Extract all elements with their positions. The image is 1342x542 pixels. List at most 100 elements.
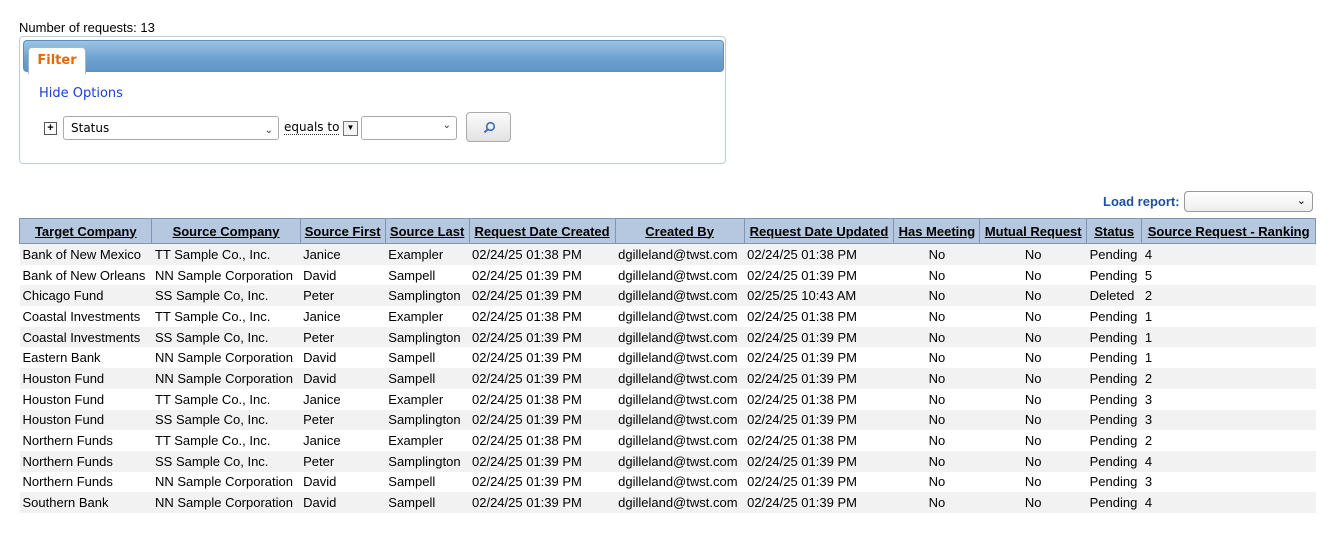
table-row[interactable]: Southern Bank NN Sample Corporation David S… bbox=[19, 492, 1316, 513]
column-header[interactable]: Source Last bbox=[384, 218, 470, 244]
filter-field-select[interactable]: Status ⌄ bbox=[63, 116, 279, 140]
table-cell: David bbox=[300, 492, 386, 513]
table-cell: Eastern Bank bbox=[19, 347, 152, 369]
table-cell: 02/24/25 01:39 PM bbox=[469, 347, 616, 369]
table-row[interactable]: Bank of New Orleans NN Sample Corporation… bbox=[19, 264, 1316, 286]
column-header[interactable]: Status bbox=[1086, 218, 1143, 244]
table-cell: 2 bbox=[1141, 430, 1316, 451]
column-header[interactable]: Request Date Created bbox=[468, 218, 616, 244]
table-cell: No bbox=[893, 368, 980, 389]
table-cell: No bbox=[979, 388, 1087, 410]
table-cell: No bbox=[979, 306, 1087, 327]
table-cell: 02/24/25 01:39 PM bbox=[744, 450, 894, 472]
table-cell: Sampell bbox=[385, 368, 469, 389]
table-cell: 02/24/25 01:39 PM bbox=[744, 368, 894, 389]
table-cell: 02/24/25 01:39 PM bbox=[744, 409, 894, 431]
column-header[interactable]: Request Date Updated bbox=[743, 218, 895, 244]
column-header[interactable]: Source Company bbox=[151, 218, 301, 244]
table-cell: Pending bbox=[1086, 347, 1142, 369]
table-cell: Northern Funds bbox=[19, 450, 152, 472]
table-cell: 1 bbox=[1141, 347, 1316, 369]
operator-dropdown-button[interactable]: ▼ bbox=[343, 121, 358, 136]
table-cell: 02/24/25 01:39 PM bbox=[744, 347, 894, 369]
table-cell: dgilleland@twst.com bbox=[615, 243, 745, 265]
table-cell: dgilleland@twst.com bbox=[615, 306, 745, 327]
chevron-down-icon: ⌄ bbox=[264, 125, 273, 136]
table-cell: No bbox=[979, 409, 1087, 431]
table-cell: Pending bbox=[1086, 388, 1142, 410]
table-cell: David bbox=[300, 347, 386, 369]
table-row[interactable]: Coastal Investments SS Sample Co, Inc. Pet… bbox=[19, 326, 1316, 348]
table-row[interactable]: Houston Fund SS Sample Co, Inc. Peter Sampl… bbox=[19, 409, 1316, 431]
table-cell: Pending bbox=[1086, 306, 1142, 327]
table-cell: David bbox=[300, 368, 386, 389]
table-cell: Pending bbox=[1086, 471, 1142, 493]
filter-value-select[interactable]: ⌄ bbox=[361, 116, 457, 140]
table-cell: 02/24/25 01:38 PM bbox=[744, 388, 894, 410]
table-cell: David bbox=[300, 471, 386, 493]
table-cell: 02/24/25 01:39 PM bbox=[744, 471, 894, 493]
table-cell: 4 bbox=[1141, 243, 1316, 265]
table-row[interactable]: Northern Funds SS Sample Co, Inc. Peter Sam… bbox=[19, 450, 1316, 472]
table-cell: No bbox=[893, 264, 980, 286]
column-header[interactable]: Source First bbox=[299, 218, 386, 244]
table-cell: Houston Fund bbox=[19, 409, 152, 431]
add-condition-button[interactable]: + bbox=[44, 122, 57, 135]
table-cell: 02/24/25 01:39 PM bbox=[469, 285, 616, 307]
table-cell: Northern Funds bbox=[19, 471, 152, 493]
table-cell: dgilleland@twst.com bbox=[615, 326, 745, 348]
table-cell: Samplington bbox=[385, 285, 469, 307]
table-cell: Sampell bbox=[385, 492, 469, 513]
table-cell: No bbox=[893, 326, 980, 348]
table-row[interactable]: Houston Fund TT Sample Co., Inc. Janice Exa… bbox=[19, 388, 1316, 410]
table-cell: No bbox=[893, 430, 980, 451]
table-cell: Northern Funds bbox=[19, 430, 152, 451]
column-header[interactable]: Mutual Request bbox=[979, 218, 1088, 244]
table-row[interactable]: Northern Funds TT Sample Co., Inc. Janice E… bbox=[19, 430, 1316, 451]
table-row[interactable]: Coastal Investments TT Sample Co., Inc. Ja… bbox=[19, 306, 1316, 327]
table-cell: SS Sample Co, Inc. bbox=[151, 326, 301, 348]
table-cell: 02/24/25 01:39 PM bbox=[469, 450, 616, 472]
column-header[interactable]: Created By bbox=[614, 218, 745, 244]
table-cell: NN Sample Corporation bbox=[151, 471, 301, 493]
table-cell: Exampler bbox=[385, 430, 469, 451]
search-button[interactable] bbox=[466, 112, 511, 142]
table-cell: 1 bbox=[1141, 306, 1316, 327]
table-cell: No bbox=[893, 492, 980, 513]
table-cell: 02/24/25 01:38 PM bbox=[469, 306, 616, 327]
table-cell: 02/24/25 01:38 PM bbox=[469, 388, 616, 410]
table-cell: NN Sample Corporation bbox=[151, 368, 301, 389]
table-row[interactable]: Houston Fund NN Sample Corporation David Sa… bbox=[19, 368, 1316, 389]
filter-panel: Filter Hide Options + Status ⌄ equals to… bbox=[19, 36, 726, 164]
table-cell: dgilleland@twst.com bbox=[615, 492, 745, 513]
table-cell: Sampell bbox=[385, 264, 469, 286]
table-cell: 02/25/25 10:43 AM bbox=[744, 285, 894, 307]
table-cell: SS Sample Co, Inc. bbox=[151, 409, 301, 431]
load-report-select[interactable]: ⌄ bbox=[1184, 191, 1313, 212]
table-cell: Pending bbox=[1086, 450, 1142, 472]
table-cell: Coastal Investments bbox=[19, 306, 152, 327]
table-cell: dgilleland@twst.com bbox=[615, 430, 745, 451]
column-header[interactable]: Target Company bbox=[18, 218, 153, 244]
table-cell: 2 bbox=[1141, 285, 1316, 307]
request-count: Number of requests: 13 bbox=[19, 20, 155, 35]
hide-options-link[interactable]: Hide Options bbox=[39, 86, 123, 101]
table-row[interactable]: Chicago Fund SS Sample Co, Inc. Peter Sampl… bbox=[19, 285, 1316, 307]
table-row[interactable]: Eastern Bank NN Sample Corporation David Sa… bbox=[19, 347, 1316, 369]
table-cell: TT Sample Co., Inc. bbox=[151, 243, 301, 265]
column-header[interactable]: Source Request - Ranking bbox=[1141, 218, 1316, 244]
tab-filter[interactable]: Filter bbox=[28, 47, 86, 74]
table-cell: Janice bbox=[300, 388, 386, 410]
operator-label[interactable]: equals to bbox=[284, 120, 340, 135]
table-cell: dgilleland@twst.com bbox=[615, 264, 745, 286]
table-cell: dgilleland@twst.com bbox=[615, 285, 745, 307]
table-row[interactable]: Bank of New Mexico TT Sample Co., Inc. Jan… bbox=[19, 243, 1316, 265]
table-row[interactable]: Northern Funds NN Sample Corporation David… bbox=[19, 471, 1316, 493]
column-header[interactable]: Has Meeting bbox=[893, 218, 981, 244]
table-cell: Bank of New Orleans bbox=[19, 264, 152, 286]
table-cell: 3 bbox=[1141, 471, 1316, 493]
table-cell: Sampell bbox=[385, 471, 469, 493]
table-cell: Janice bbox=[300, 306, 386, 327]
table-cell: 2 bbox=[1141, 368, 1316, 389]
table-cell: 02/24/25 01:39 PM bbox=[469, 409, 616, 431]
